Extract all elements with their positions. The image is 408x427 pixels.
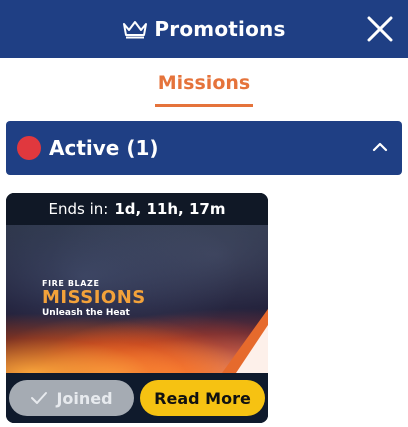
section-title: Active (1): [49, 136, 159, 160]
banner-tagline: Unleash the Heat: [42, 308, 130, 318]
countdown-bar: Ends in: 1d, 11h, 17m: [6, 193, 268, 225]
check-icon: [31, 392, 48, 404]
promotion-banner-image[interactable]: FIRE BLAZE MISSIONS Unleash the Heat: [6, 225, 268, 373]
status-dot-icon: [17, 136, 41, 160]
page-title: Promotions: [154, 17, 286, 41]
banner-title: MISSIONS: [42, 287, 146, 308]
countdown-label: Ends in:: [48, 200, 109, 218]
read-more-button[interactable]: Read More: [140, 380, 265, 416]
stripe-graphic: [222, 309, 268, 373]
card-actions: Joined Read More: [6, 373, 268, 423]
chevron-up-icon[interactable]: [372, 141, 388, 153]
joined-label: Joined: [56, 388, 113, 408]
tab-active-indicator: [155, 104, 253, 107]
header-bar: Promotions: [0, 0, 408, 58]
header-title-group: Promotions: [122, 17, 285, 41]
tab-bar: Missions: [0, 58, 408, 114]
crown-icon: [123, 21, 148, 39]
joined-button[interactable]: Joined: [9, 380, 134, 416]
close-icon[interactable]: [366, 15, 394, 43]
tab-missions[interactable]: Missions: [155, 58, 253, 108]
promotion-card: Ends in: 1d, 11h, 17m FIRE BLAZE MISSION…: [6, 193, 268, 423]
banner-brand-text: FIRE BLAZE MISSIONS Unleash the Heat: [42, 279, 146, 318]
active-section-header[interactable]: Active (1): [6, 121, 402, 175]
countdown-value: 1d, 11h, 17m: [114, 200, 226, 218]
